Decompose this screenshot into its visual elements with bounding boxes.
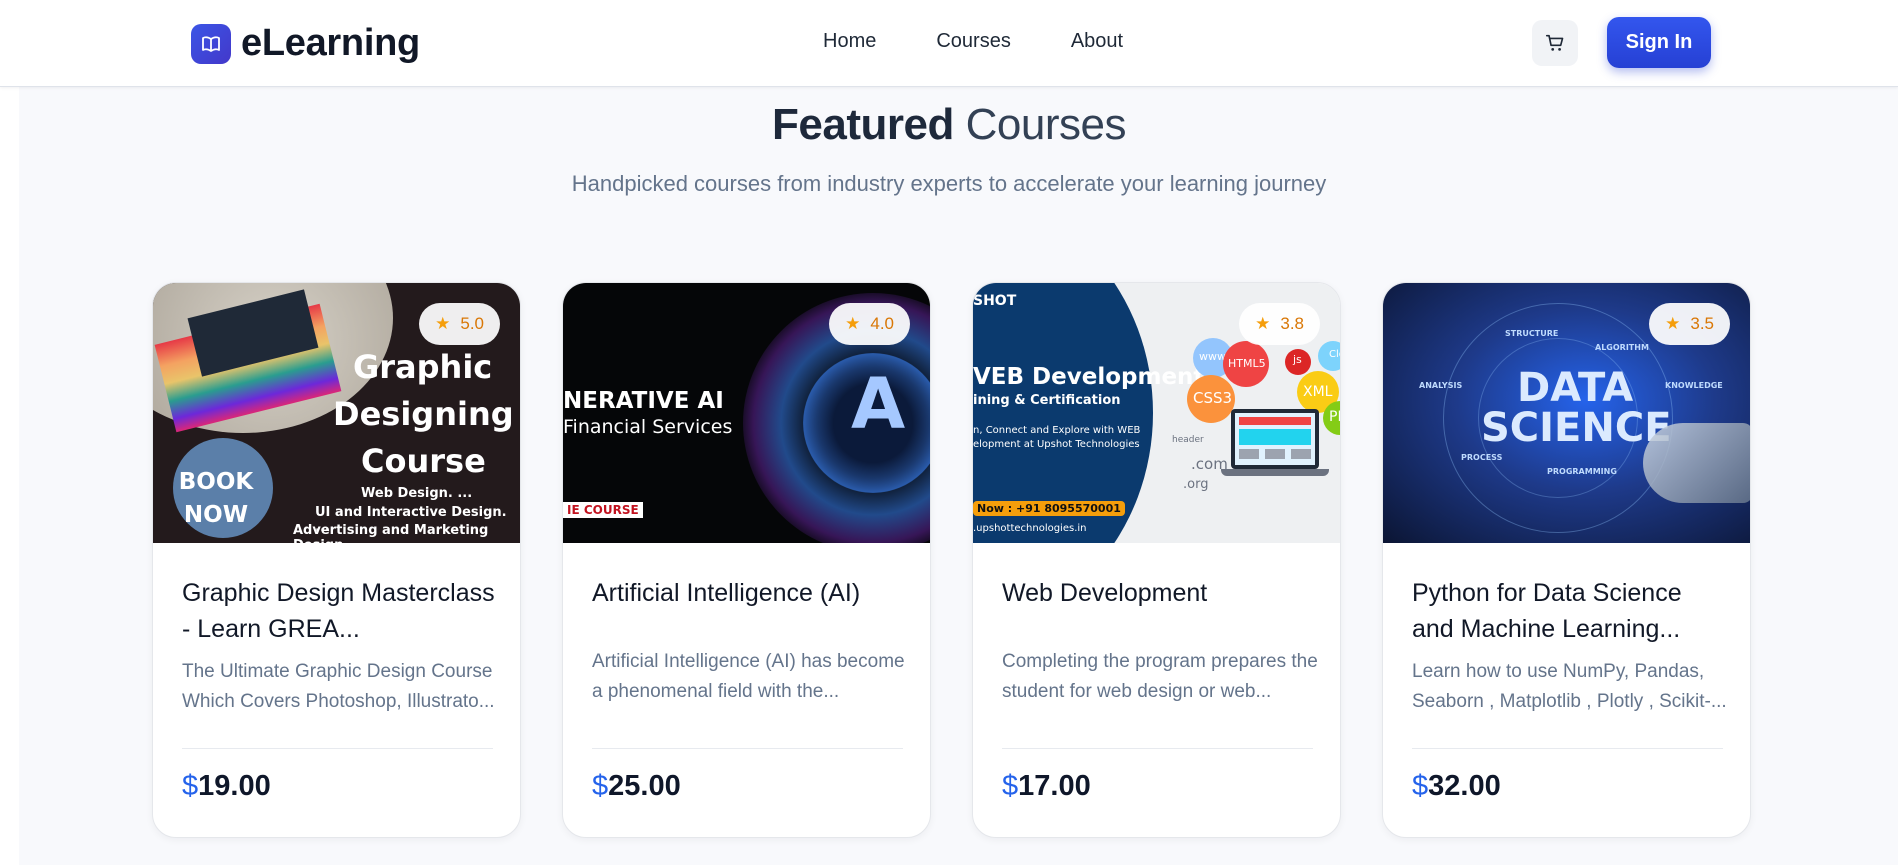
nav-courses-link[interactable]: Courses [936, 30, 1010, 53]
rating-badge: ★ 4.0 [829, 303, 910, 345]
thumb-line2: Financial Services [563, 416, 733, 438]
card-divider [182, 748, 493, 749]
thumb-bullet-1: Web Design. ... [361, 486, 473, 501]
section-title-bold: Featured [772, 100, 954, 149]
thumb-ai-letter: A [851, 363, 906, 445]
thumb-label-programming: PROGRAMMING [1547, 467, 1617, 476]
thumb-tag: IE COURSE [563, 502, 643, 518]
course-price: $17.00 [1002, 770, 1091, 803]
nav-home-link[interactable]: Home [823, 30, 876, 53]
course-description: Completing the program prepares the stud… [1002, 647, 1318, 707]
thumb-logo: SHOT [973, 293, 1017, 309]
price-value: 19.00 [198, 770, 271, 802]
course-description-text: The Ultimate Graphic Design Course Which… [182, 661, 495, 712]
course-price: $25.00 [592, 770, 681, 803]
thumb-bubble-ph: PH [1329, 409, 1340, 425]
thumb-phone: Now : +91 8095570001 [973, 501, 1125, 516]
course-description: The Ultimate Graphic Design Course Which… [182, 657, 498, 717]
thumb-bubble-www: www [1199, 350, 1226, 363]
course-price: $19.00 [182, 770, 271, 803]
rating-value: 3.5 [1690, 314, 1714, 333]
star-icon: ★ [435, 314, 451, 333]
course-card-web-development[interactable]: SHOT VEB Development ining & Certificati… [972, 282, 1341, 838]
thumb-bubble-xml: XML [1303, 384, 1333, 400]
course-title[interactable]: Artificial Intelligence (AI) [592, 575, 908, 611]
rating-badge: ★ 5.0 [419, 303, 500, 345]
thumb-bubble-html5: HTML5 [1228, 357, 1266, 370]
thumb-line2: ining & Certification [973, 393, 1121, 408]
price-value: 25.00 [608, 770, 681, 802]
currency-symbol: $ [182, 770, 199, 802]
thumb-badge-line2: NOW [183, 502, 249, 528]
thumb-tld-header: header [1172, 435, 1204, 445]
thumb-label-algorithm: ALGORITHM [1595, 343, 1649, 352]
currency-symbol: $ [592, 770, 609, 802]
thumb-label-analysis: ANALYSIS [1419, 381, 1463, 390]
star-icon: ★ [1255, 314, 1271, 333]
thumb-bubble-clo: Clo [1329, 349, 1340, 360]
thumb-badge-line1: BOOK [178, 469, 254, 495]
thumb-bubble-js: js [1293, 353, 1302, 366]
price-value: 32.00 [1428, 770, 1501, 802]
thumb-line1: VEB Development [973, 364, 1205, 390]
star-icon: ★ [845, 314, 861, 333]
course-card-graphic-design[interactable]: BOOK NOW Graphic Designing Course Web De… [152, 282, 521, 838]
brand-logo[interactable]: eLearning [191, 22, 420, 65]
price-value: 17.00 [1018, 770, 1091, 802]
thumb-url: .upshottechnologies.in [973, 523, 1087, 534]
nav-links: Home Courses About [823, 30, 1183, 53]
brand-name: eLearning [241, 22, 420, 64]
thumb-line1: NERATIVE AI [563, 388, 724, 414]
thumb-tld-org: .org [1183, 477, 1209, 492]
rating-badge: ★ 3.8 [1239, 303, 1320, 345]
card-divider [592, 748, 903, 749]
course-price: $32.00 [1412, 770, 1501, 803]
thumb-bubble-css3: CSS3 [1193, 389, 1233, 407]
book-icon [191, 23, 231, 64]
course-card-data-science[interactable]: DATA SCIENCE STRUCTURE ALGORITHM ANALYSI… [1382, 282, 1751, 838]
sign-in-button[interactable]: Sign In [1607, 17, 1711, 68]
thumb-line2: SCIENCE [1481, 405, 1672, 451]
cart-button[interactable] [1532, 20, 1578, 66]
thumb-headline-2: Designing [333, 395, 514, 433]
thumb-headline-3: Course [361, 442, 486, 480]
section-subtitle: Handpicked courses from industry experts… [571, 171, 1327, 196]
card-divider [1002, 748, 1313, 749]
thumb-headline-1: Graphic [353, 348, 493, 386]
course-description: Artificial Intelligence (AI) has become … [592, 647, 908, 707]
rating-value: 5.0 [460, 314, 484, 333]
nav-about-link[interactable]: About [1071, 30, 1123, 53]
thumb-label-knowledge: KNOWLEDGE [1665, 381, 1723, 390]
course-description: Learn how to use NumPy, Pandas, Seaborn … [1412, 657, 1728, 717]
section-title-light: Courses [965, 100, 1127, 149]
course-card-ai[interactable]: A NERATIVE AI Financial Services IE COUR… [562, 282, 931, 838]
star-icon: ★ [1665, 314, 1681, 333]
rating-value: 3.8 [1280, 314, 1304, 333]
course-description-text: Artificial Intelligence (AI) has become … [592, 651, 905, 702]
course-description-text: Learn how to use NumPy, Pandas, Seaborn … [1412, 661, 1727, 712]
thumb-bullet-3: Advertising and Marketing Design. [293, 523, 489, 543]
thumb-label-structure: STRUCTURE [1505, 329, 1559, 338]
currency-symbol: $ [1412, 770, 1429, 802]
rating-badge: ★ 3.5 [1649, 303, 1730, 345]
course-title[interactable]: Web Development [1002, 575, 1318, 611]
course-title[interactable]: Graphic Design Masterclass - Learn GREA.… [182, 575, 498, 647]
thumb-label-process: PROCESS [1461, 453, 1503, 462]
course-title[interactable]: Python for Data Science and Machine Lear… [1412, 575, 1728, 647]
navbar: eLearning Home Courses About Sign In [0, 0, 1898, 87]
section-title: Featured Courses [0, 100, 1898, 150]
rating-value: 4.0 [870, 314, 894, 333]
cart-icon [1545, 34, 1564, 51]
thumb-line4: elopment at Upshot Technologies [973, 439, 1140, 450]
currency-symbol: $ [1002, 770, 1019, 802]
card-divider [1412, 748, 1723, 749]
course-description-text: Completing the program prepares the stud… [1002, 651, 1318, 702]
thumb-line3: n, Connect and Explore with WEB [973, 425, 1141, 436]
